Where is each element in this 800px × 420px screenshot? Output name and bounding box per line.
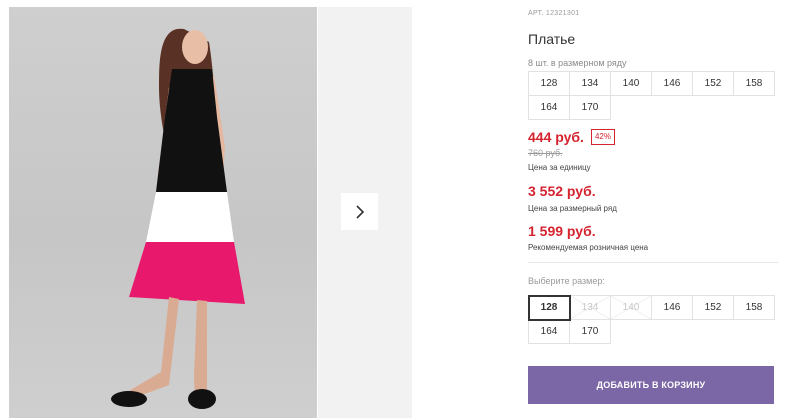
row-price: 3 552 руб. [528, 183, 596, 199]
size-row-cell: 170 [570, 96, 611, 120]
size-option-128[interactable]: 128 [528, 295, 571, 321]
size-option-134: 134 [570, 296, 611, 320]
size-option-170[interactable]: 170 [570, 320, 611, 344]
divider [528, 262, 778, 263]
size-row-cell: 134 [570, 72, 611, 96]
size-row-cell: 158 [734, 72, 775, 96]
size-row-cell: 140 [611, 72, 652, 96]
unit-price: 444 руб. [528, 129, 584, 145]
size-selector: 128 134 140 146 152 158 164 170 [528, 295, 775, 344]
row-price-label: Цена за размерный ряд [528, 204, 617, 213]
size-option-152[interactable]: 152 [693, 296, 734, 320]
size-row-cell: 152 [693, 72, 734, 96]
old-price: 760 руб. [528, 148, 563, 158]
size-row-note: 8 шт. в размерном ряду [528, 58, 627, 68]
next-image-button[interactable] [341, 193, 378, 230]
article-number: АРТ. 12321301 [528, 10, 580, 17]
size-row-cell: 146 [652, 72, 693, 96]
recommended-price: 1 599 руб. [528, 223, 596, 239]
recommended-price-label: Рекомендуемая розничная цена [528, 243, 649, 252]
size-option-140: 140 [611, 296, 652, 320]
add-to-cart-button[interactable]: ДОБАВИТЬ В КОРЗИНУ [528, 366, 774, 404]
size-row-cell: 128 [529, 72, 570, 96]
size-row-cell: 164 [529, 96, 570, 120]
chevron-right-icon [355, 204, 364, 219]
dress-photo [111, 28, 245, 409]
unit-price-label: Цена за единицу [528, 163, 591, 172]
choose-size-label: Выберите размер: [528, 276, 605, 286]
size-option-164[interactable]: 164 [529, 320, 570, 344]
discount-badge: 42% [590, 129, 615, 145]
product-image [9, 7, 317, 418]
product-title: Платье [528, 31, 576, 47]
price-row: 444 руб. 42% [528, 129, 615, 145]
size-row-grid: 128 134 140 146 152 158 164 170 [528, 71, 775, 120]
size-option-158[interactable]: 158 [734, 296, 775, 320]
size-option-146[interactable]: 146 [652, 296, 693, 320]
